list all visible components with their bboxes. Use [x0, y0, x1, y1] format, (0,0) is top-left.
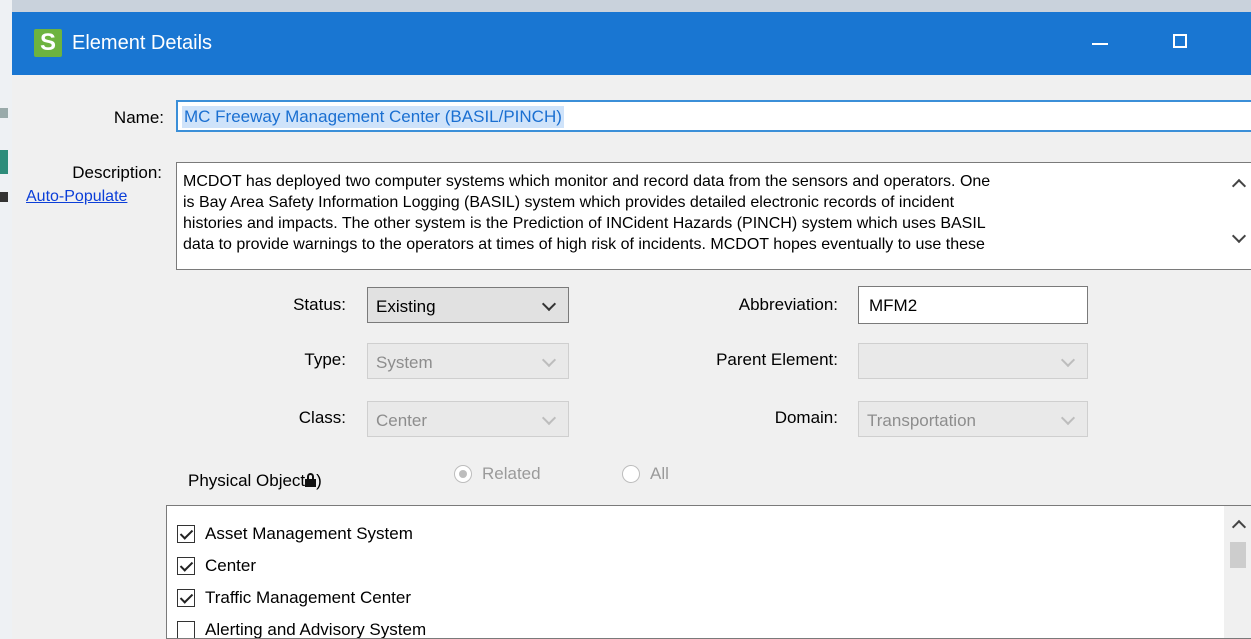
physical-objects-list[interactable]: Asset Management System Center Traffic M… [166, 505, 1251, 639]
abbreviation-value: MFM2 [869, 296, 918, 315]
description-line: is Bay Area Safety Information Logging (… [183, 194, 955, 211]
description-text: MCDOT has deployed two computer systems … [183, 171, 1193, 255]
radio-all: All [622, 463, 692, 487]
chevron-down-icon [1060, 410, 1076, 426]
chevron-down-icon [1060, 352, 1076, 368]
scroll-up-icon[interactable] [1231, 178, 1247, 194]
list-item-label: Center [205, 556, 257, 575]
scroll-down-icon[interactable] [1231, 228, 1247, 244]
maximize-icon [1173, 34, 1187, 48]
background-app-strip [0, 0, 1251, 12]
class-dropdown: Center [367, 401, 569, 437]
physical-objects-label: Physical Object) [188, 470, 322, 492]
checkbox-checked-icon[interactable] [177, 589, 195, 607]
checkbox-checked-icon[interactable] [177, 557, 195, 575]
checkbox-unchecked-icon[interactable] [177, 621, 195, 638]
abbreviation-label: Abbreviation: [738, 295, 838, 314]
description-textarea[interactable]: MCDOT has deployed two computer systems … [176, 162, 1251, 270]
chevron-down-icon [541, 296, 557, 312]
maximize-button[interactable] [1157, 22, 1203, 62]
status-label: Status: [293, 295, 346, 314]
scroll-up-icon[interactable] [1231, 519, 1247, 535]
edge-mark [0, 192, 8, 202]
status-value: Existing [376, 297, 436, 316]
chevron-down-icon [541, 352, 557, 368]
edge-mark [0, 108, 8, 118]
name-input-value: MC Freeway Management Center (BASIL/PINC… [182, 106, 564, 128]
type-value: System [376, 353, 433, 372]
description-line: histories and impacts. The other system … [183, 215, 986, 232]
list-scrollbar[interactable] [1224, 506, 1251, 638]
minimize-button[interactable] [1077, 22, 1123, 62]
name-label: Name: [113, 108, 164, 127]
class-value: Center [376, 411, 428, 430]
domain-label: Domain: [774, 408, 838, 427]
radio-selected-dot [459, 470, 467, 478]
radio-related-label: Related [482, 464, 541, 483]
window-title: Element Details [72, 32, 213, 54]
description-label: Description: [72, 163, 162, 182]
minimize-icon [1092, 43, 1108, 45]
edge-mark [0, 150, 8, 174]
description-scrollbar[interactable] [1226, 163, 1251, 269]
description-line: MCDOT has deployed two computer systems … [183, 173, 991, 190]
class-label: Class: [298, 408, 346, 427]
scroll-thumb[interactable] [1230, 542, 1246, 568]
domain-dropdown: Transportation [858, 401, 1088, 437]
list-item-label: Traffic Management Center [205, 588, 411, 607]
abbreviation-input[interactable]: MFM2 [858, 286, 1088, 324]
chevron-down-icon [541, 410, 557, 426]
element-details-dialog: S Element Details Name: MC Freeway Manag… [12, 12, 1251, 639]
type-label: Type: [304, 350, 346, 369]
description-line: data to provide warnings to the operator… [183, 236, 985, 253]
app-logo-icon: S [34, 29, 62, 57]
list-item-label: Alerting and Advisory System [205, 620, 427, 639]
parent-element-dropdown [858, 343, 1088, 379]
radio-all-circle [622, 465, 640, 483]
name-input[interactable]: MC Freeway Management Center (BASIL/PINC… [176, 100, 1251, 132]
type-dropdown: System [367, 343, 569, 379]
background-app-edge [0, 0, 12, 639]
checkbox-checked-icon[interactable] [177, 525, 195, 543]
status-dropdown[interactable]: Existing [367, 287, 569, 323]
lock-icon [305, 473, 317, 487]
auto-populate-link[interactable]: Auto-Populate [26, 186, 127, 208]
physical-objects-label-text: Physical Object [188, 471, 306, 490]
title-bar[interactable]: S Element Details [12, 12, 1251, 75]
radio-all-label: All [650, 464, 669, 483]
list-item-label: Asset Management System [205, 524, 413, 543]
radio-related: Related [454, 463, 564, 487]
parent-element-label: Parent Element: [716, 350, 838, 369]
domain-value: Transportation [867, 411, 976, 430]
physical-objects-label-suffix: ) [316, 471, 322, 490]
